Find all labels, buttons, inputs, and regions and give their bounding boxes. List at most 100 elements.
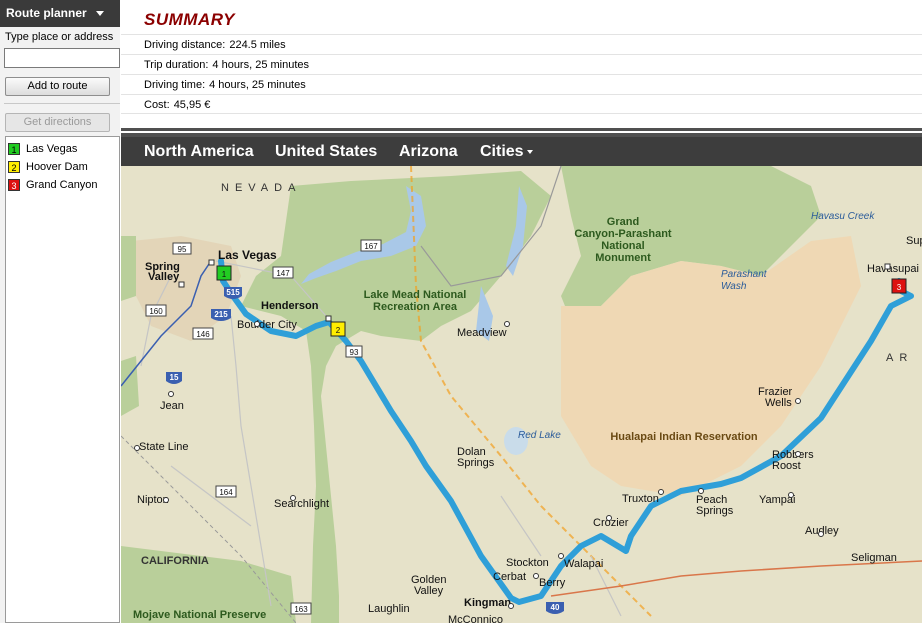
summary-row-cost: Cost: 45,95 € [121,94,922,114]
shield-40: 40 [546,602,564,614]
park-area [121,356,139,416]
shield-label: 515 [226,288,240,297]
stop-label: Las Vegas [26,143,78,155]
city-label: Stockton [506,557,549,569]
city-label: Cerbat [493,571,526,583]
left-panel: Route planner Type place or address Add … [0,0,120,623]
park-label: Recreation Area [373,301,458,313]
chevron-down-icon [526,149,533,154]
city-label: Valley [414,585,444,597]
breadcrumb-arizona[interactable]: Arizona [399,137,458,166]
shield-label: 147 [276,269,290,278]
city-label: Searchlight [274,498,329,510]
summary-row-distance: Driving distance: 224.5 miles [121,34,922,54]
stop-item-grand-canyon[interactable]: 3 Grand Canyon [8,177,98,193]
route-stops-list: 1 Las Vegas 2 Hoover Dam 3 Grand Canyon [5,136,120,623]
park-label: Grand [607,216,639,228]
marker-number: 1 [222,270,227,279]
water-label: Parashant [721,269,768,280]
chevron-down-icon [96,11,105,17]
shield-label: 160 [149,307,163,316]
shield-label: 15 [170,373,179,382]
trip-summary: SUMMARY Driving distance: 224.5 miles Tri… [121,0,922,128]
summary-label: Driving distance: [144,39,226,51]
water-label: Wash [721,281,747,292]
shield-label: 163 [294,605,308,614]
city-label: Roost [772,460,801,472]
city-label: Wells [765,397,792,409]
address-label: Type place or address [5,31,114,43]
summary-row-duration: Trip duration: 4 hours, 25 minutes [121,54,922,74]
summary-label: Trip duration: [144,59,209,71]
map-canvas[interactable]: 1 2 3 95 147 167 160 146 215 515 93 15 1… [121,166,922,623]
city-label: Kingman [464,597,511,609]
summary-label: Cost: [144,99,170,111]
park-label: National [601,240,644,252]
city-label: McConnico [448,614,503,623]
shield-label: 167 [364,242,378,251]
marker-number: 2 [336,326,341,335]
summary-value: 4 hours, 25 minutes [212,59,310,71]
add-to-route-button[interactable]: Add to route [5,77,110,96]
water-label: Red Lake [518,430,561,441]
shield-label: 146 [196,330,210,339]
stop-marker-icon: 3 [8,179,20,192]
breadcrumb-cities-dropdown[interactable]: Cities [480,137,533,166]
breadcrumb-united-states[interactable]: United States [275,137,377,166]
shield-label: 93 [350,348,359,357]
map-breadcrumb: North America United States Arizona Citi… [121,137,922,166]
shield-label: 40 [551,603,560,612]
address-input[interactable] [4,48,120,68]
summary-title: SUMMARY [144,10,236,29]
summary-value: 45,95 € [173,99,211,111]
route-map[interactable]: 1 2 3 95 147 167 160 146 215 515 93 15 1… [121,166,922,623]
breadcrumb-cities-label: Cities [480,143,524,160]
reservation-label: Hualapai Indian Reservation [610,431,758,443]
water-label: Havasu Creek [811,211,875,222]
route-marker-1[interactable]: 1 [216,265,232,281]
marker-number: 3 [897,283,902,292]
shield-147: 147 [272,266,294,279]
breadcrumb-north-america[interactable]: North America [144,137,254,166]
city-label: Laughlin [368,603,410,615]
shield-146: 146 [192,327,214,340]
city-label: Springs [696,505,734,517]
stop-item-las-vegas[interactable]: 1 Las Vegas [8,141,77,157]
summary-label: Driving time: [144,79,206,91]
city-label: Springs [457,457,495,469]
park-area [121,236,136,301]
divider [4,103,120,104]
stop-marker-icon: 1 [8,143,20,156]
shield-215: 215 [211,309,231,321]
city-label: Havasupai [867,263,919,275]
summary-row-driving-time: Driving time: 4 hours, 25 minutes [121,74,922,94]
route-marker-2[interactable]: 2 [330,321,346,337]
get-directions-button[interactable]: Get directions [5,113,110,132]
city-label: Seligman [851,552,897,564]
route-marker-3[interactable]: 3 [891,278,907,294]
shield-93: 93 [345,345,363,358]
shield-95: 95 [172,242,192,255]
state-label-nevada: NEVADA [221,182,301,194]
park-label: Mojave National Preserve [133,609,266,621]
stop-item-hoover-dam[interactable]: 2 Hoover Dam [8,159,88,175]
shield-160: 160 [145,304,167,317]
city-label: Las Vegas [218,248,277,262]
shield-515: 515 [224,287,242,299]
route-planner-menu[interactable]: Route planner [0,0,120,27]
summary-value: 4 hours, 25 minutes [209,79,306,91]
shield-label: 164 [219,488,233,497]
shield-15: 15 [166,372,182,384]
city-label: Boulder City [237,319,297,331]
park-label: Monument [595,252,651,264]
stop-marker-icon: 2 [8,161,20,174]
city-label: Meadview [457,327,507,339]
city-label: Berry [539,577,566,589]
city-label: Walapai [564,558,603,570]
stop-label: Hoover Dam [26,161,88,173]
city-label: Valley [148,271,180,283]
park-label: Canyon-Parashant [574,228,672,240]
route-planner-title: Route planner [6,6,87,20]
shield-label: 215 [214,310,228,319]
summary-value: 224.5 miles [229,39,286,51]
